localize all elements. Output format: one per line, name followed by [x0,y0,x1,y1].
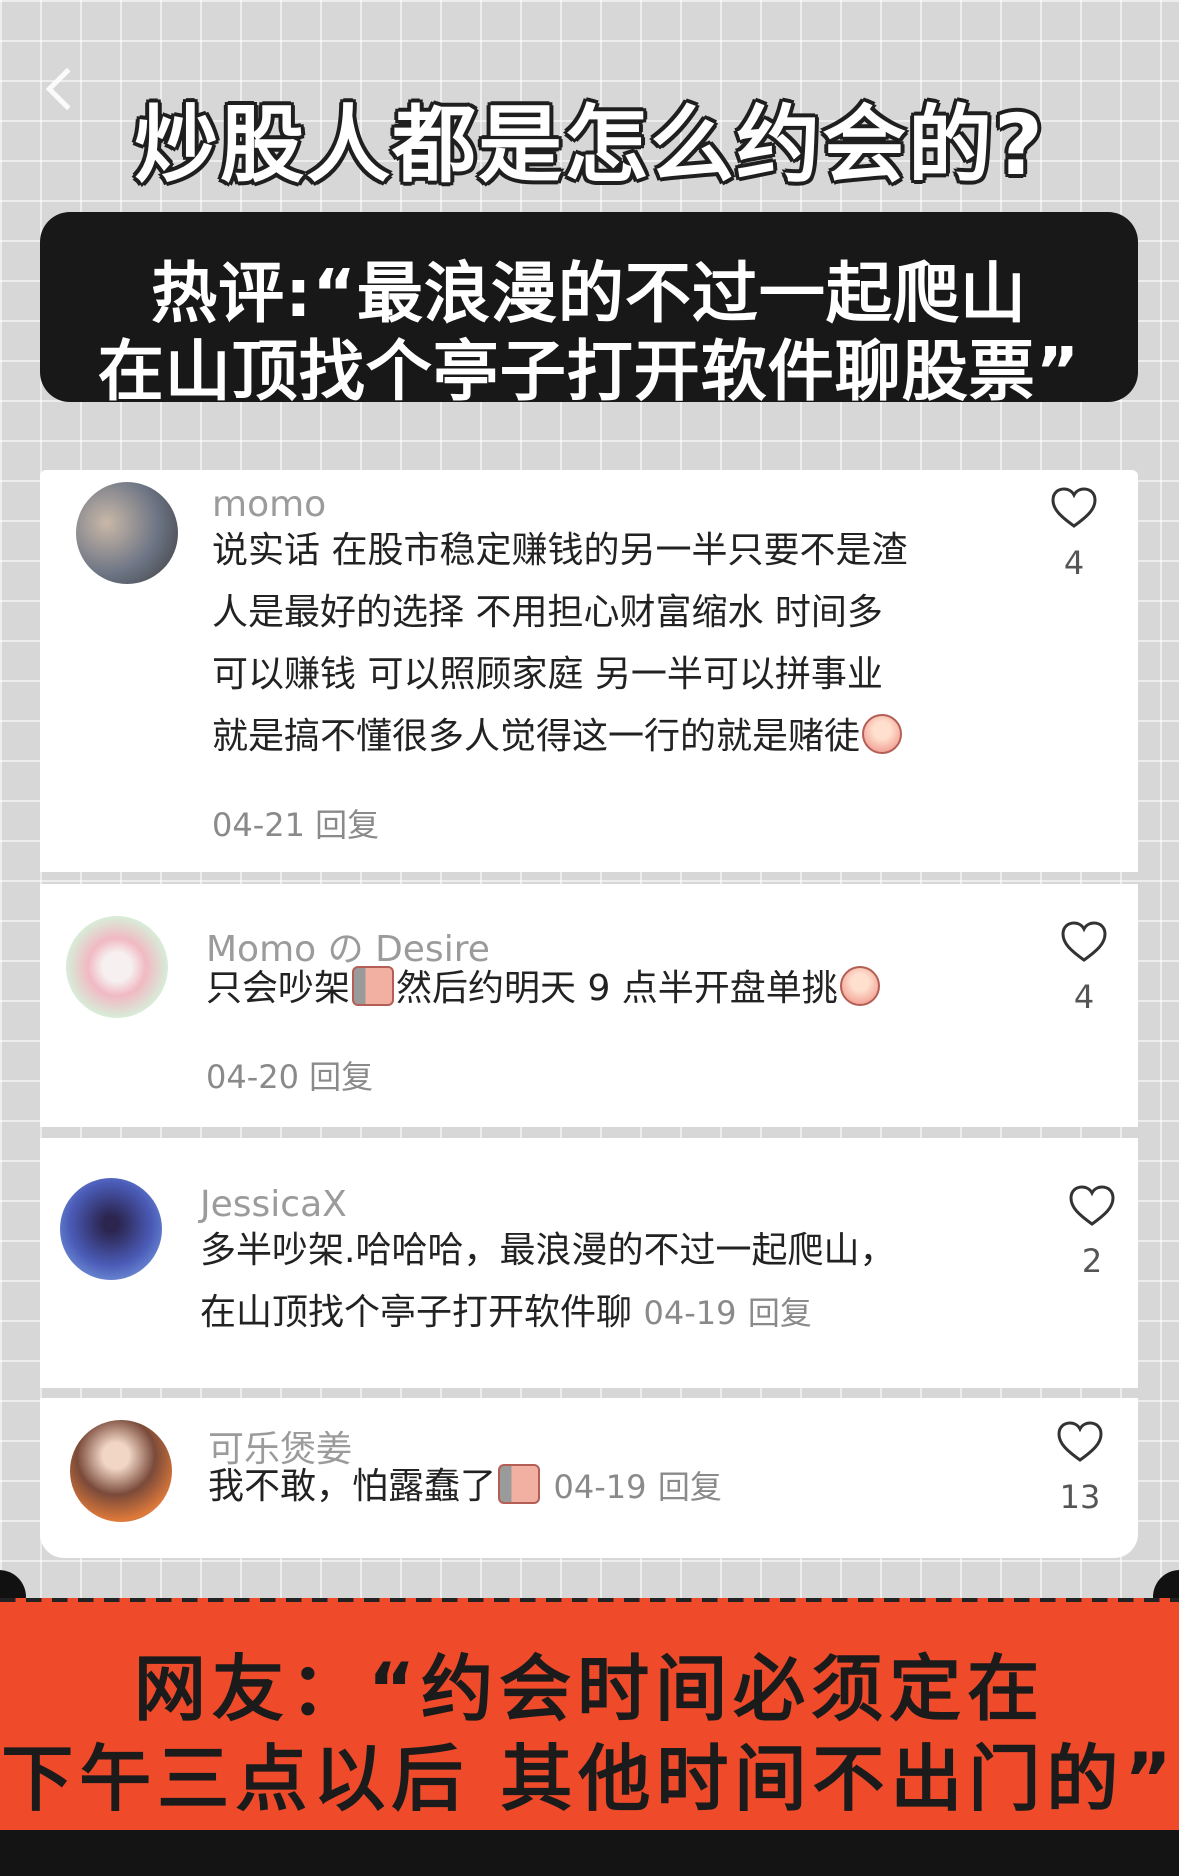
reply-link[interactable]: 回复 [748,1294,812,1332]
comment-text-part: 然后约明天 9 点半开盘单挑 [396,968,838,1009]
comment-line: 在山顶找个亭子打开软件聊 [200,1292,633,1333]
netizen-quote-banner: 网友：“约会时间必须定在 下午三点以后 其他时间不出门的” [0,1598,1179,1830]
page-title: 炒股人都是怎么约会的? [134,96,1045,194]
comment-line: 说实话 在股市稳定赚钱的另一半只要不是渣 [212,530,908,571]
comment-line: 就是搞不懂很多人觉得这一行的就是赌徒 [212,716,861,757]
comment-date: 04-20 [206,1058,299,1096]
comment-date: 04-19 [643,1294,737,1332]
hot-comment-line-2: 在山顶找个亭子打开软件聊股票” [97,333,1081,410]
face-emoji-icon [839,966,880,1006]
like-count: 2 [1081,1242,1103,1280]
comment-date: 04-21 [212,806,305,844]
netizen-quote-line-2: 下午三点以后 其他时间不出门的” [1,1737,1178,1821]
hot-comment-banner: 热评:“最浪漫的不过一起爬山 在山顶找个亭子打开软件聊股票” [40,212,1138,410]
heart-outline-icon[interactable] [1050,486,1098,530]
like-count: 13 [1059,1478,1101,1516]
comment-text-part: 只会吵架 [206,968,351,1009]
avatar[interactable] [66,916,168,1018]
cash-face-emoji-icon [352,966,395,1006]
comment-line-with-meta: 在山顶找个亭子打开软件聊 04-19 回复 [200,1282,895,1344]
comment-meta: 04-20 回复 [206,1052,373,1098]
comment-card: 可乐煲姜 我不敢，怕露蠢了 04-19 回复 13 [40,1398,1138,1558]
like-button[interactable]: 4 [1054,920,1114,1016]
like-button[interactable]: 4 [1044,486,1104,582]
comment-card: JessicaX 多半吵架.哈哈哈，最浪漫的不过一起爬山， 在山顶找个亭子打开软… [40,1138,1138,1388]
comment-card: Momo の Desire 只会吵架 然后约明天 9 点半开盘单挑 04-20 回… [40,884,1138,1127]
like-count: 4 [1063,544,1085,582]
comment-line: 多半吵架.哈哈哈，最浪漫的不过一起爬山， [200,1230,896,1271]
avatar[interactable] [76,482,178,584]
comment-meta: 04-21 回复 [212,800,379,846]
comment-line: 可以赚钱 可以照顾家庭 另一半可以拼事业 [212,654,883,695]
reply-link[interactable]: 回复 [658,1468,722,1506]
like-button[interactable]: 13 [1050,1420,1110,1516]
comment-text-part: 我不敢，怕露蠢了 [208,1466,497,1507]
avatar[interactable] [70,1420,172,1522]
reply-link[interactable]: 回复 [315,806,379,844]
heart-outline-icon[interactable] [1060,920,1108,964]
comment-card: momo 说实话 在股市稳定赚钱的另一半只要不是渣 人是最好的选择 不用担心财富… [40,470,1138,872]
comment-line: 人是最好的选择 不用担心财富缩水 时间多 [212,592,883,633]
crying-laughing-emoji-icon [862,714,903,754]
comment-text: 只会吵架 然后约明天 9 点半开盘单挑 [206,958,882,1020]
dashed-divider [0,1598,1179,1602]
comment-text: 我不敢，怕露蠢了 04-19 回复 [208,1456,722,1518]
bottom-bar [0,1830,1179,1876]
comment-username[interactable]: JessicaX [200,1184,347,1225]
like-button[interactable]: 2 [1062,1184,1122,1280]
comment-date: 04-19 [553,1468,647,1506]
comment-text: 多半吵架.哈哈哈，最浪漫的不过一起爬山， 在山顶找个亭子打开软件聊 04-19 … [200,1220,895,1344]
avatar[interactable] [60,1178,162,1280]
cash-face-emoji-icon [498,1464,541,1504]
comment-line-with-emoji: 就是搞不懂很多人觉得这一行的就是赌徒 [212,706,907,768]
comment-username[interactable]: momo [212,484,326,525]
like-count: 4 [1073,978,1095,1016]
heart-outline-icon[interactable] [1068,1184,1116,1228]
comment-text: 说实话 在股市稳定赚钱的另一半只要不是渣 人是最好的选择 不用担心财富缩水 时间… [212,520,907,768]
reply-link[interactable]: 回复 [309,1058,373,1096]
heart-outline-icon[interactable] [1056,1420,1104,1464]
